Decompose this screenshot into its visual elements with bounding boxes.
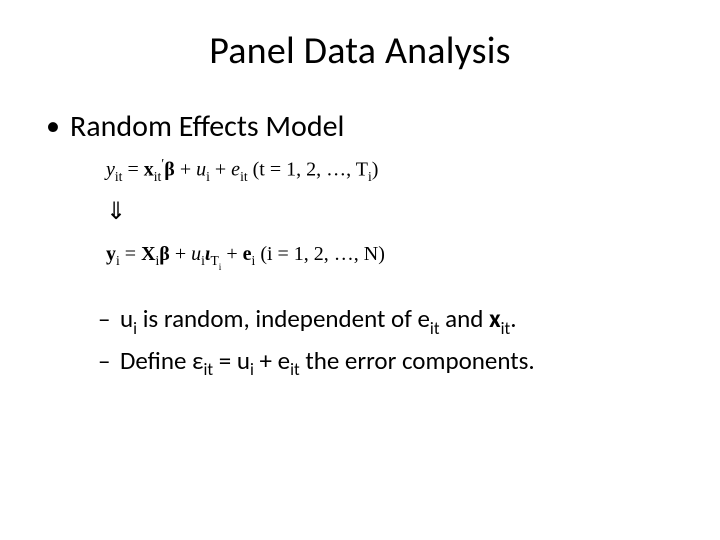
- eq2-e-sub: i: [252, 253, 256, 268]
- equation-1: yit = xit′β + ui + eit (t = 1, 2, …, Ti): [106, 153, 678, 187]
- n1-mid1: is random, independent of e: [137, 303, 430, 334]
- eq2-u-sub: i: [201, 253, 205, 268]
- eq1-plus2: +: [210, 159, 231, 181]
- eq2-range: (i = 1, 2, …, N): [255, 243, 385, 265]
- equation-block: yit = xit′β + ui + eit (t = 1, 2, …, Ti)…: [42, 153, 678, 273]
- eq2-X: X: [141, 243, 155, 265]
- equation-2: yi = Xiβ + uiιTi + ei (i = 1, 2, …, N): [106, 238, 678, 274]
- page-title: Panel Data Analysis: [42, 28, 678, 74]
- n2-pre: Define ε: [120, 345, 203, 376]
- n1-end: .: [510, 303, 516, 334]
- n2-sub2: i: [250, 359, 254, 380]
- note-1: ui is random, independent of eit and xit…: [42, 303, 678, 338]
- n1-bold: x: [489, 303, 501, 334]
- n2-sub1: it: [203, 359, 213, 380]
- eq2-iota-sub: Ti: [210, 253, 221, 268]
- note-2: Define εit = ui + eit the error componen…: [42, 345, 678, 380]
- eq1-y-sub: it: [115, 169, 123, 184]
- eq1-x-sub: it: [154, 169, 162, 184]
- n1-sub1: i: [133, 318, 137, 339]
- eq1-u: u: [196, 159, 206, 181]
- eq1-range: (t = 1, 2, …, T: [248, 159, 368, 181]
- n1-sub2: it: [430, 318, 440, 339]
- eq2-u: u: [191, 243, 201, 265]
- eq1-range-sub: i: [368, 169, 372, 184]
- eq2-plus1: +: [170, 243, 191, 265]
- eq1-eq: =: [122, 159, 143, 181]
- eq2-eq: =: [120, 243, 141, 265]
- n1-pre: u: [120, 303, 133, 334]
- slide-container: Panel Data Analysis Random Effects Model…: [0, 0, 720, 540]
- eq1-u-sub: i: [206, 169, 210, 184]
- eq1-range-close: ): [372, 159, 379, 181]
- eq1-y: y: [106, 159, 115, 181]
- n2-mid1: = u: [213, 345, 250, 376]
- eq2-e: e: [243, 243, 252, 265]
- eq1-plus1: +: [175, 159, 196, 181]
- n1-sub3: it: [501, 318, 511, 339]
- n1-mid2: and: [440, 303, 490, 334]
- eq2-X-sub: i: [156, 253, 160, 268]
- eq2-plus2: +: [221, 243, 242, 265]
- eq2-y: y: [106, 243, 116, 265]
- heading-random-effects: Random Effects Model: [42, 108, 678, 145]
- n2-sub3: it: [290, 359, 300, 380]
- n2-end: the error components.: [300, 345, 535, 376]
- eq1-x: x: [144, 159, 154, 181]
- eq2-beta: β: [159, 243, 170, 265]
- eq1-beta: β: [164, 159, 175, 181]
- eq2-y-sub: i: [116, 253, 120, 268]
- implies-arrow: ⇓: [106, 193, 678, 231]
- n2-mid2: + e: [254, 345, 290, 376]
- eq1-e: e: [231, 159, 240, 181]
- eq1-e-sub: it: [240, 169, 248, 184]
